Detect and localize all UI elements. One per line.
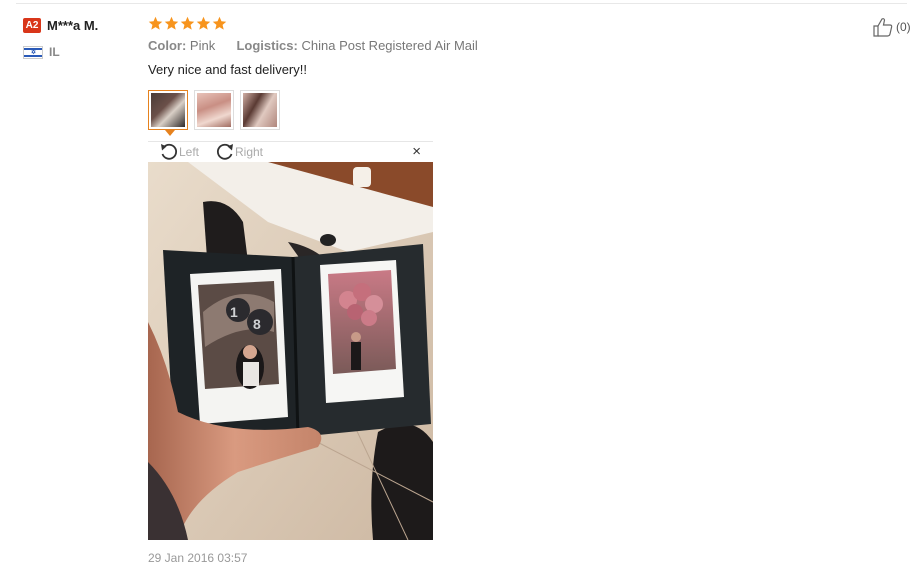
review-photo: 1 8 bbox=[148, 162, 433, 540]
star-icon bbox=[180, 16, 195, 30]
thumbs-up-icon bbox=[873, 18, 893, 37]
reviewer-name: M***a M. bbox=[47, 18, 99, 34]
active-thumbnail-indicator bbox=[165, 130, 175, 136]
svg-text:8: 8 bbox=[253, 316, 261, 332]
rotate-left-button[interactable]: Left bbox=[159, 143, 199, 161]
rotate-left-icon bbox=[161, 143, 178, 160]
color-value: Pink bbox=[189, 38, 216, 53]
star-icon bbox=[212, 16, 227, 30]
rotate-right-label: Right bbox=[235, 145, 264, 159]
buyer-level-badge: A2 bbox=[23, 18, 41, 34]
photo-thumbnail-3[interactable] bbox=[240, 90, 280, 130]
logistics-value: China Post Registered Air Mail bbox=[301, 38, 478, 53]
order-info: Color: Pink Logistics: China Post Regist… bbox=[148, 38, 868, 53]
star-rating bbox=[148, 16, 868, 31]
star-icon bbox=[164, 16, 179, 30]
review-text: Very nice and fast delivery!! bbox=[148, 62, 307, 77]
country-code: IL bbox=[49, 45, 60, 59]
rotate-left-label: Left bbox=[179, 145, 200, 159]
logistics-label: Logistics: bbox=[236, 38, 298, 53]
reviewer-country: ✡ IL bbox=[23, 45, 143, 59]
photo-thumbnail-1[interactable] bbox=[148, 90, 188, 136]
photo-thumbnail-image bbox=[151, 93, 185, 127]
helpful-button[interactable]: (0) bbox=[872, 17, 911, 37]
rotate-right-button[interactable]: Right bbox=[215, 143, 263, 161]
photo-viewer: Left Right × 1 8 bbox=[148, 141, 433, 540]
reviewer-info: A2 M***a M. ✡ IL bbox=[23, 17, 143, 59]
photo-viewer-toolbar: Left Right × bbox=[148, 142, 433, 162]
photo-thumbnail-2[interactable] bbox=[194, 90, 234, 130]
photo-thumbnail-image bbox=[243, 93, 277, 127]
star-icon bbox=[148, 16, 163, 30]
review-photo-thumbnails bbox=[148, 90, 280, 136]
top-divider bbox=[16, 3, 907, 4]
rotate-right-icon bbox=[216, 143, 233, 160]
israel-flag-icon: ✡ bbox=[23, 45, 43, 59]
photo-thumbnail-image bbox=[197, 93, 231, 127]
star-icon bbox=[196, 16, 211, 30]
svg-text:1: 1 bbox=[230, 304, 238, 320]
color-label: Color: bbox=[148, 38, 187, 53]
review-date: 29 Jan 2016 03:57 bbox=[148, 551, 248, 565]
close-icon[interactable]: × bbox=[412, 144, 421, 160]
helpful-count: (0) bbox=[896, 20, 911, 34]
review-body: Color: Pink Logistics: China Post Regist… bbox=[148, 16, 868, 77]
